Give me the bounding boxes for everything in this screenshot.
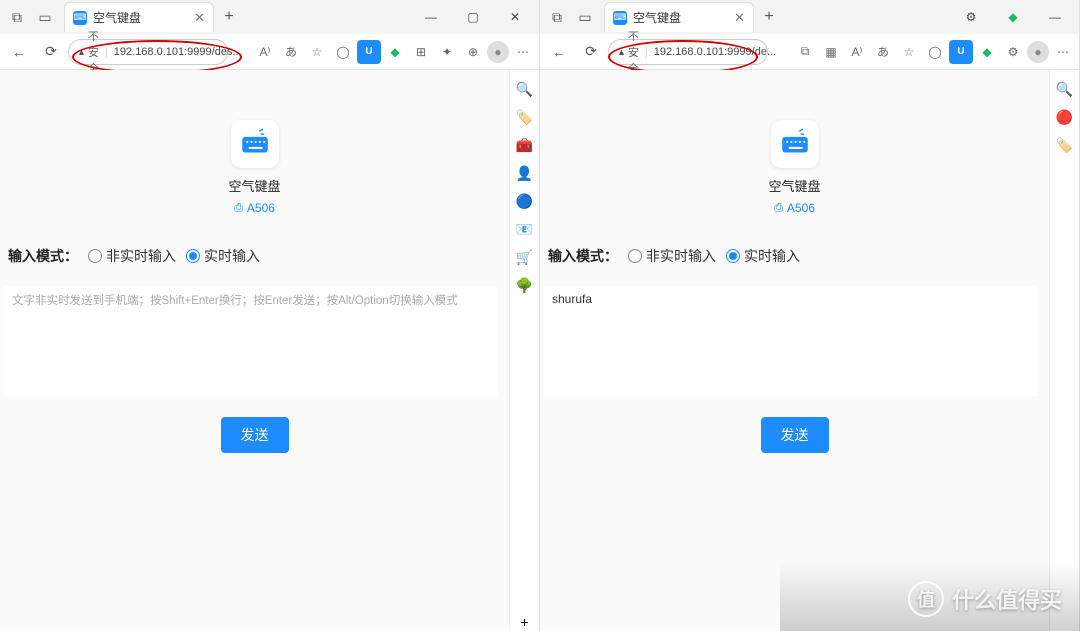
maximize-icon[interactable]: ▢	[453, 2, 493, 32]
send-button[interactable]: 发送	[761, 417, 829, 453]
sidebar-tools-icon[interactable]: 🧰	[516, 136, 534, 154]
favorites-list-icon[interactable]: ✦	[435, 40, 459, 64]
url-text: 192.168.0.101:9999/de...	[654, 46, 776, 58]
extensions-icon[interactable]: ⊞	[409, 40, 433, 64]
tab-title: 空气键盘	[93, 9, 141, 26]
window-right: ⧉ ▭ ⌨ 空气键盘 ✕ + ⚙ ◆ — ← ⟳ 不安全 | 192.168.0…	[540, 0, 1080, 631]
radio-realtime[interactable]: 实时输入	[726, 246, 800, 266]
radio-label: 非实时输入	[646, 246, 716, 266]
sidebar-person-icon[interactable]: 👤	[516, 164, 534, 182]
shield-icon[interactable]: ◆	[383, 40, 407, 64]
circle-icon[interactable]: ◯	[923, 40, 947, 64]
sidebar-outlook-icon[interactable]: 📧	[516, 220, 534, 238]
sidebar-copilot-icon[interactable]: 🔵	[516, 192, 534, 210]
watermark-logo: 值	[908, 581, 944, 617]
close-icon[interactable]: ✕	[194, 10, 205, 26]
page-body: 空气键盘 A506 输入模式： 非实时输入 实时输入	[540, 70, 1079, 631]
mode-label: 输入模式：	[548, 246, 618, 266]
sidebar-tree-icon[interactable]: 🌳	[516, 276, 534, 294]
input-textarea[interactable]	[544, 286, 1037, 396]
qrcode-icon[interactable]: ▦	[819, 40, 843, 64]
url-text: 192.168.0.101:9999/des...	[114, 46, 242, 58]
refresh-button[interactable]: ⟳	[36, 38, 66, 66]
workspaces-icon[interactable]: ⧉	[544, 4, 570, 30]
extension-u-icon[interactable]: U	[357, 40, 381, 64]
radio-realtime[interactable]: 实时输入	[186, 246, 260, 266]
new-tab-button[interactable]: +	[216, 8, 242, 26]
sidebar-tag-icon[interactable]: 🏷️	[516, 108, 534, 126]
settings-icon[interactable]: ⚙	[951, 2, 991, 32]
address-bar: ← ⟳ 不安全 | 192.168.0.101:9999/de... ⧉ ▦ A…	[540, 34, 1079, 70]
back-button[interactable]: ←	[544, 38, 574, 66]
url-box[interactable]: 不安全 | 192.168.0.101:9999/des...	[68, 39, 228, 65]
workspaces-icon[interactable]: ⧉	[4, 4, 30, 30]
device-badge: A506	[774, 201, 815, 215]
edge-sidebar: 🔍 🏷️ 🧰 👤 🔵 📧 🛒 🌳 +	[509, 70, 539, 631]
sidebar-search-icon[interactable]: 🔍	[1056, 80, 1074, 98]
close-icon[interactable]: ✕	[734, 10, 745, 26]
sidebar-cart-icon[interactable]: 🛒	[516, 248, 534, 266]
app-title: 空气键盘	[4, 176, 505, 195]
watermark: 值 什么值得买	[908, 581, 1062, 617]
radio-label: 实时输入	[204, 246, 260, 266]
radio-non-realtime[interactable]: 非实时输入	[88, 246, 176, 266]
translate-icon[interactable]: あ	[871, 40, 895, 64]
radio-label: 非实时输入	[106, 246, 176, 266]
circle-icon[interactable]: ◯	[331, 40, 355, 64]
minimize-icon[interactable]: —	[411, 2, 451, 32]
sidebar-add-icon[interactable]: +	[516, 613, 534, 631]
url-box[interactable]: 不安全 | 192.168.0.101:9999/de...	[608, 39, 768, 65]
close-window-icon[interactable]: ✕	[495, 2, 535, 32]
screenshot-icon[interactable]: ⧉	[793, 40, 817, 64]
radio-label: 实时输入	[744, 246, 800, 266]
minimize-icon[interactable]: —	[1035, 2, 1075, 32]
tab-actions-icon[interactable]: ▭	[572, 4, 598, 30]
back-button[interactable]: ←	[4, 38, 34, 66]
app-title: 空气键盘	[544, 176, 1045, 195]
keyboard-icon	[231, 120, 279, 168]
refresh-button[interactable]: ⟳	[576, 38, 606, 66]
separator: |	[645, 46, 648, 58]
window-left: ⧉ ▭ ⌨ 空气键盘 ✕ + — ▢ ✕ ← ⟳ 不安全 | 192.168.0…	[0, 0, 540, 631]
read-aloud-icon[interactable]: A⁾	[253, 40, 277, 64]
shield2-icon[interactable]: ◆	[993, 2, 1033, 32]
favorite-icon[interactable]: ☆	[305, 40, 329, 64]
address-bar: ← ⟳ 不安全 | 192.168.0.101:9999/des... A⁾ あ…	[0, 34, 539, 70]
settings2-icon[interactable]: ⚙	[1001, 40, 1025, 64]
translate-icon[interactable]: あ	[279, 40, 303, 64]
send-button[interactable]: 发送	[221, 417, 289, 453]
page-body: 空气键盘 A506 输入模式： 非实时输入 实时输入	[0, 70, 539, 631]
separator: |	[105, 46, 108, 58]
profile-avatar[interactable]: ●	[487, 41, 509, 63]
mode-label: 输入模式：	[8, 246, 78, 266]
sidebar-tag-icon[interactable]: 🏷️	[1056, 136, 1074, 154]
sidebar-search-icon[interactable]: 🔍	[516, 80, 534, 98]
security-status: 不安全	[77, 28, 99, 76]
security-status: 不安全	[617, 28, 639, 76]
new-tab-button[interactable]: +	[756, 8, 782, 26]
edge-sidebar: 🔍 🔴 🏷️	[1049, 70, 1079, 631]
more-icon[interactable]: ⋯	[1051, 40, 1075, 64]
favicon-icon: ⌨	[73, 11, 87, 25]
profile-avatar[interactable]: ●	[1027, 41, 1049, 63]
device-badge: A506	[234, 201, 275, 215]
tab-title: 空气键盘	[633, 9, 681, 26]
shield-icon[interactable]: ◆	[975, 40, 999, 64]
tab-actions-icon[interactable]: ▭	[32, 4, 58, 30]
more-icon[interactable]: ⋯	[511, 40, 535, 64]
read-aloud-icon[interactable]: A⁾	[845, 40, 869, 64]
sidebar-red-icon[interactable]: 🔴	[1056, 108, 1074, 126]
input-textarea[interactable]	[4, 286, 497, 396]
favicon-icon: ⌨	[613, 11, 627, 25]
collections-icon[interactable]: ⊕	[461, 40, 485, 64]
radio-non-realtime[interactable]: 非实时输入	[628, 246, 716, 266]
watermark-text: 什么值得买	[952, 583, 1062, 615]
keyboard-icon	[771, 120, 819, 168]
favorite-icon[interactable]: ☆	[897, 40, 921, 64]
extension-u-icon[interactable]: U	[949, 40, 973, 64]
